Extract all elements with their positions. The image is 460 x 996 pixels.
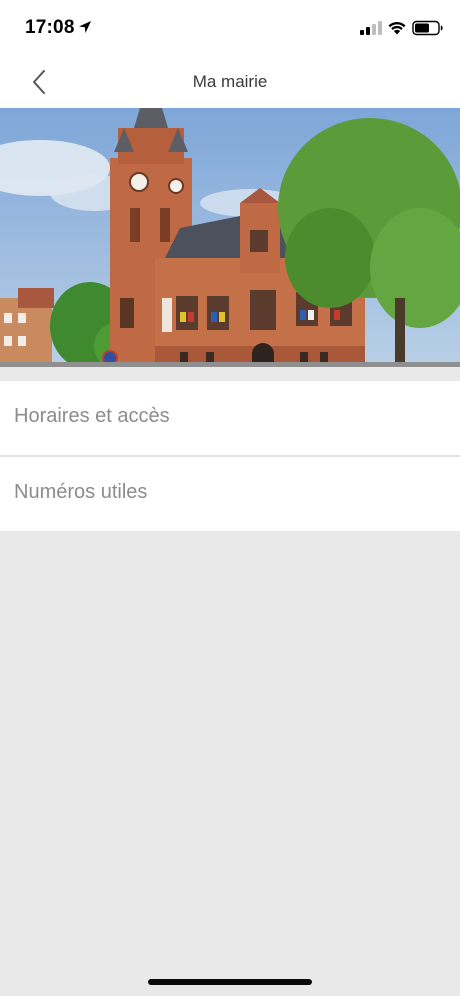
menu-item-label: Numéros utiles	[14, 481, 148, 503]
menu-item-horaires[interactable]: Horaires et accès	[0, 381, 460, 455]
battery-icon	[412, 20, 443, 36]
status-bar: 17:08	[0, 0, 460, 56]
status-time: 17:08	[25, 17, 75, 38]
page-title: Ma mairie	[192, 72, 268, 91]
menu-list: Horaires et accès Numéros utiles	[0, 381, 460, 531]
menu-item-label: Horaires et accès	[14, 405, 170, 427]
location-arrow-icon	[79, 21, 91, 33]
town-hall-photo	[0, 108, 460, 367]
menu-item-numeros[interactable]: Numéros utiles	[0, 455, 460, 531]
wifi-icon	[388, 21, 406, 35]
cellular-signal-icon	[360, 21, 382, 35]
navigation-bar: Ma mairie	[0, 56, 460, 108]
home-indicator[interactable]	[148, 979, 312, 985]
